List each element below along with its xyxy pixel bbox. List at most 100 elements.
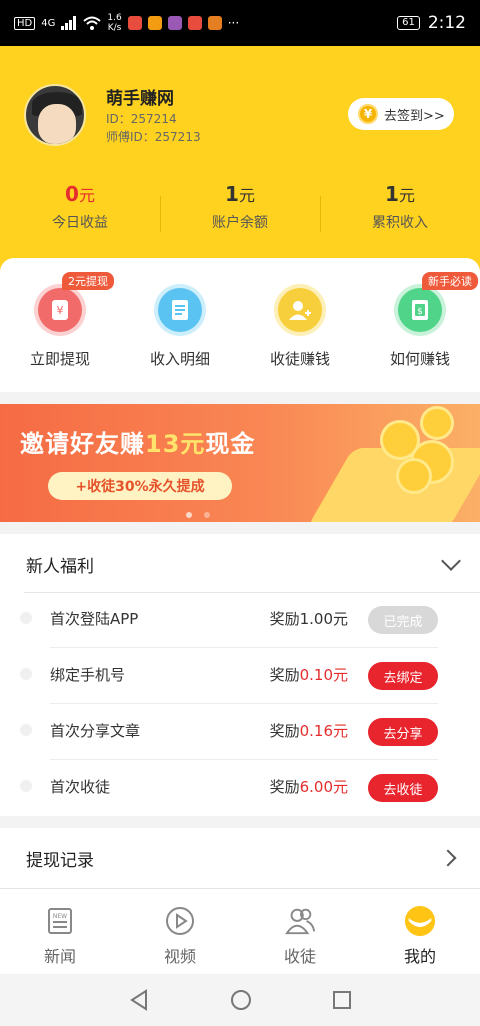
stats-row: 0元 今日收益 1元 账户余额 1元 累积收入 [0,182,480,242]
task-name: 首次分享文章 [50,722,141,740]
tab-label: 我的 [403,947,436,966]
play-icon [164,905,196,937]
quick-actions: 2元提现 ¥ 立即提现 收入明细 收徒赚钱 新手必读 $ 如何赚钱 [0,258,480,392]
users-icon [284,905,316,937]
task-completed-button: 已完成 [368,606,438,634]
task-reward: 奖励1.00元 [269,610,348,628]
task-row: 首次收徒 奖励6.00元 去收徒 [0,760,480,816]
system-nav-bar [0,974,480,1026]
status-left: HD 4G 1.6 K/s ··· [14,13,239,33]
quick-action-recruit[interactable]: 收徒赚钱 [240,258,360,392]
tab-recruit[interactable]: 收徒 [240,889,360,974]
stat-label: 累积收入 [372,215,428,231]
more-notifications: ··· [227,16,240,30]
bottom-tab-bar: NEW 新闻 视频 收徒 我的 [0,888,480,974]
svg-text:¥: ¥ [57,304,64,317]
smile-icon [404,905,436,937]
avatar[interactable] [24,84,86,146]
document-icon [158,288,202,332]
battery-icon: 61 [397,16,420,30]
signin-button[interactable]: ¥ 去签到>> [348,98,454,130]
quick-action-how-to-earn[interactable]: 新手必读 $ 如何赚钱 [360,258,480,392]
stat-label: 账户余额 [212,215,268,231]
recruit-button[interactable]: 去收徒 [368,774,438,802]
notification-app-icon [167,16,182,30]
bind-phone-button[interactable]: 去绑定 [368,662,438,690]
add-user-icon [278,288,322,332]
svg-text:$: $ [417,307,423,317]
quick-action-label: 收入明细 [149,350,210,368]
avatar-face [38,104,76,144]
banner-title: 邀请好友赚13元现金 [20,430,256,458]
timeline-dot [20,724,32,736]
gold-coin-graphic [396,458,432,494]
wifi-icon [83,16,102,30]
stat-account-balance[interactable]: 1元 账户余额 [160,182,320,242]
timeline-dot [20,780,32,792]
svg-text:NEW: NEW [53,913,67,920]
home-icon[interactable] [230,989,252,1011]
task-name: 首次登陆APP [50,610,139,628]
carousel-dot [186,512,192,518]
tab-mine[interactable]: 我的 [360,889,480,974]
share-article-button[interactable]: 去分享 [368,718,438,746]
task-reward: 奖励0.16元 [269,722,348,740]
network-indicator: 4G [41,17,56,29]
badge: 2元提现 [62,272,114,290]
notification-app-icon [127,16,142,30]
withdraw-records-label: 提现记录 [26,851,94,871]
task-reward: 奖励0.10元 [269,666,348,684]
tab-label: 收徒 [283,947,316,966]
task-row: 首次分享文章 奖励0.16元 去分享 [0,704,480,760]
badge: 新手必读 [422,272,478,290]
tab-label: 视频 [163,947,196,966]
back-icon[interactable] [128,989,150,1011]
signal-icon [61,16,77,30]
profile-header: 萌手赚网 ID：257214 师傅ID：257213 ¥ 去签到>> 0元 今日… [0,46,480,276]
net-speed-value: 1.6 [107,13,122,23]
net-speed: 1.6 K/s [107,13,121,33]
tab-label: 新闻 [43,947,76,966]
invite-banner[interactable]: 邀请好友赚13元现金 +收徒30%永久提成 [0,404,480,522]
hd-indicator: HD [14,16,36,30]
quick-action-label: 收徒赚钱 [269,350,330,368]
recents-icon[interactable] [332,990,352,1010]
task-row: 首次登陆APP 奖励1.00元 已完成 [0,592,480,648]
quick-action-label: 如何赚钱 [389,350,450,368]
user-id: ID：257214 [106,112,177,126]
net-speed-unit: K/s [107,23,122,33]
notification-app-icon [207,16,222,30]
welfare-title: 新人福利 [26,557,94,577]
quick-action-withdraw[interactable]: 2元提现 ¥ 立即提现 [0,258,120,392]
tab-news[interactable]: NEW 新闻 [0,889,120,974]
quick-action-label: 立即提现 [29,350,90,368]
stat-value: 1元 [385,182,415,206]
notification-app-icon [147,16,162,30]
task-name: 首次收徒 [50,778,111,796]
yen-icon: ¥ [38,288,82,332]
task-row: 绑定手机号 奖励0.10元 去绑定 [0,648,480,704]
stat-value: 0元 [65,182,95,206]
quick-action-income-detail[interactable]: 收入明细 [120,258,240,392]
chevron-down-icon[interactable] [441,551,461,571]
stat-today-earnings[interactable]: 0元 今日收益 [0,182,160,242]
news-icon: NEW [44,905,76,937]
stat-value: 1元 [225,182,255,206]
withdraw-records-row[interactable]: 提现记录 [0,828,480,888]
tab-video[interactable]: 视频 [120,889,240,974]
carousel-dot [204,512,210,518]
clock: 2:12 [427,13,466,33]
status-bar: HD 4G 1.6 K/s ··· 61 2:12 [0,0,480,46]
timeline-dot [20,668,32,680]
coin-icon: ¥ [358,104,378,124]
chevron-right-icon [439,849,457,867]
timeline-dot [20,612,32,624]
status-right: 61 2:12 [397,13,466,33]
user-name: 萌手赚网 [106,89,174,109]
gold-coin-graphic [420,406,454,440]
task-name: 绑定手机号 [50,666,126,684]
banner-subtitle: +收徒30%永久提成 [48,472,232,500]
master-id: 师傅ID：257213 [106,130,201,144]
new-user-welfare: 新人福利 首次登陆APP 奖励1.00元 已完成 绑定手机号 奖励0.10元 去… [0,534,480,816]
stat-total-income[interactable]: 1元 累积收入 [320,182,480,242]
